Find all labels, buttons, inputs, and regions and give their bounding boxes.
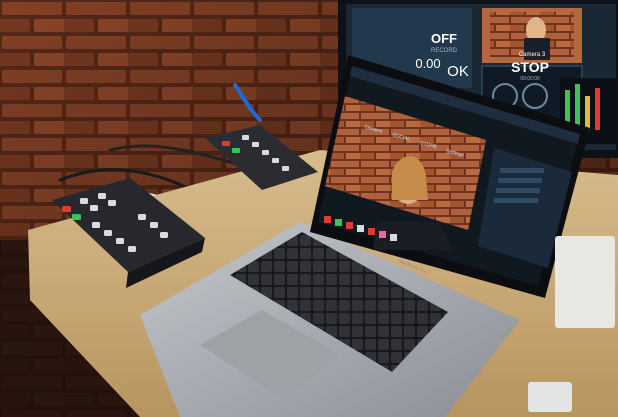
monitor-camera-label: Camera 3	[519, 52, 546, 58]
photo-scene: OFF RECORD 0.00 OK STOP 00:00:00 Camera …	[0, 0, 618, 417]
monitor-off-label: OFF	[431, 31, 457, 46]
paper-note	[555, 236, 615, 328]
monitor-stop-sublabel: 00:00:00	[520, 76, 540, 82]
monitor-time-value: 0.00	[415, 56, 440, 71]
monitor-stop-label: STOP	[511, 59, 549, 75]
monitor-off-sublabel: RECORD	[431, 48, 458, 54]
usb-hub	[528, 382, 572, 412]
monitor-ok-label: OK	[447, 63, 469, 80]
